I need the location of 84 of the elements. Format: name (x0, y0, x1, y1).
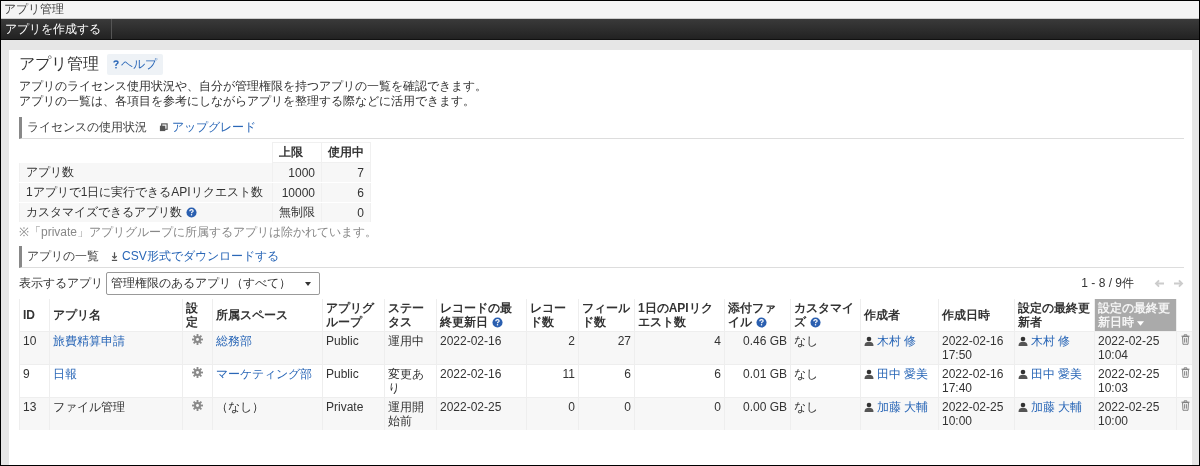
table-cell: 2022-02-25 10:00 (938, 397, 1015, 430)
section-heading: アプリの一覧 (27, 248, 99, 265)
column-header: 上限 (272, 142, 322, 163)
space-name[interactable]: マーケティング部 (216, 367, 312, 381)
table-cell: 4 (634, 331, 725, 365)
table-cell: 運用中 (384, 331, 437, 365)
trash-icon[interactable] (1181, 400, 1191, 411)
column-header[interactable]: 設定 (182, 299, 213, 332)
trash-icon[interactable] (1181, 367, 1191, 378)
table-cell: 0.00 GB (724, 397, 791, 430)
user-link[interactable]: 田中 愛美 (877, 367, 929, 381)
column-header: 使用中 (321, 142, 371, 163)
column-header[interactable]: 作成日時 (938, 299, 1015, 332)
table-cell: 27 (578, 331, 635, 365)
table-cell: 10 (19, 331, 50, 365)
table-cell: 13 (19, 397, 50, 430)
table-cell: 0.46 GB (724, 331, 791, 365)
table-cell: カスタマイズできるアプリ数 (26, 205, 182, 219)
copy-icon (159, 123, 168, 132)
note-text: ※「private」アプリグループに所属するアプリは除かれています。 (19, 225, 379, 240)
person-icon (864, 336, 874, 346)
filter-label: 表示するアプリ (19, 275, 103, 292)
help-icon[interactable] (810, 317, 821, 329)
settings-icon[interactable] (192, 334, 203, 345)
description-text: アプリの一覧は、各項目を参考にしながらアプリを整理する際などに活用できます。 (19, 94, 476, 109)
column-header[interactable]: カスタマイズ (790, 299, 861, 332)
table-cell: 0 (634, 397, 725, 430)
download-icon (111, 252, 118, 261)
section-heading: ライセンスの使用状況 (27, 119, 147, 136)
settings-icon[interactable] (192, 400, 203, 411)
table-cell: 2022-02-16 (436, 331, 527, 365)
person-icon (1018, 369, 1028, 379)
pagination-text: 1 - 8 / 9件 (1081, 275, 1134, 292)
column-header[interactable]: アプリ名 (49, 299, 183, 332)
table-cell: 0 (526, 397, 579, 430)
table-cell: 運用開始前 (384, 397, 437, 430)
table-cell: Private (322, 397, 385, 430)
column-header[interactable]: 添付ファイル (724, 299, 791, 332)
table-cell: 0 (578, 397, 635, 430)
table-cell: 2022-02-16 17:50 (938, 331, 1015, 365)
app-name[interactable]: 日報 (53, 367, 77, 381)
column-header[interactable]: ID (19, 299, 50, 332)
caret-icon (305, 281, 311, 286)
column-header[interactable]: 設定の最終更新者 (1014, 299, 1095, 332)
column-header[interactable]: 所属スペース (212, 299, 323, 332)
table-cell: 2022-02-25 (436, 397, 527, 430)
table-cell: Public (322, 331, 385, 365)
app-name: ファイル管理 (53, 400, 125, 414)
trash-icon[interactable] (1181, 334, 1191, 345)
description-text: アプリのライセンス使用状況や、自分が管理権限を持つアプリの一覧を確認できます。 (19, 79, 488, 94)
column-header[interactable]: ステータス (384, 299, 437, 332)
table-cell: 2 (526, 331, 579, 365)
help-icon[interactable] (492, 317, 503, 329)
space-name[interactable]: 総務部 (216, 334, 252, 348)
column-header[interactable]: フィールド数 (578, 299, 635, 332)
table-cell: 2022-02-25 10:04 (1094, 331, 1177, 365)
person-icon (1018, 402, 1028, 412)
column-header[interactable]: 1日のAPIリクエスト数 (634, 299, 725, 332)
sort-descending-icon (1137, 321, 1144, 326)
page-heading: アプリ管理 (19, 54, 99, 74)
settings-icon[interactable] (192, 367, 203, 378)
csv-download-link[interactable]: CSV形式でダウンロードする (122, 248, 279, 265)
person-icon (1018, 336, 1028, 346)
column-header[interactable]: レコード数 (526, 299, 579, 332)
window-title: アプリ管理 (4, 1, 64, 18)
table-cell: 1アプリで1日に実行できるAPIリクエスト数 (26, 185, 263, 199)
table-cell: アプリ数 (26, 165, 74, 179)
create-app-button[interactable]: アプリを作成する (1, 19, 112, 39)
person-icon (864, 402, 874, 412)
user-link[interactable]: 田中 愛美 (1031, 367, 1083, 381)
column-header[interactable]: レコードの最終更新日 (436, 299, 527, 332)
column-header[interactable]: 作成者 (860, 299, 939, 332)
help-link[interactable]: ヘルプ (107, 54, 163, 75)
space-name: （なし） (216, 400, 264, 414)
upgrade-link[interactable]: アップグレード (172, 119, 256, 136)
table-cell: 2022-02-25 10:00 (1094, 397, 1177, 430)
help-icon[interactable] (756, 317, 767, 329)
table-cell: なし (790, 331, 861, 365)
table-cell: なし (790, 397, 861, 430)
person-icon (864, 369, 874, 379)
help-icon[interactable] (186, 207, 197, 219)
question-mark-icon (113, 60, 119, 69)
column-header[interactable]: アプリグループ (322, 299, 385, 332)
app-filter-dropdown[interactable]: 管理権限のあるアプリ（すべて） (106, 272, 320, 295)
